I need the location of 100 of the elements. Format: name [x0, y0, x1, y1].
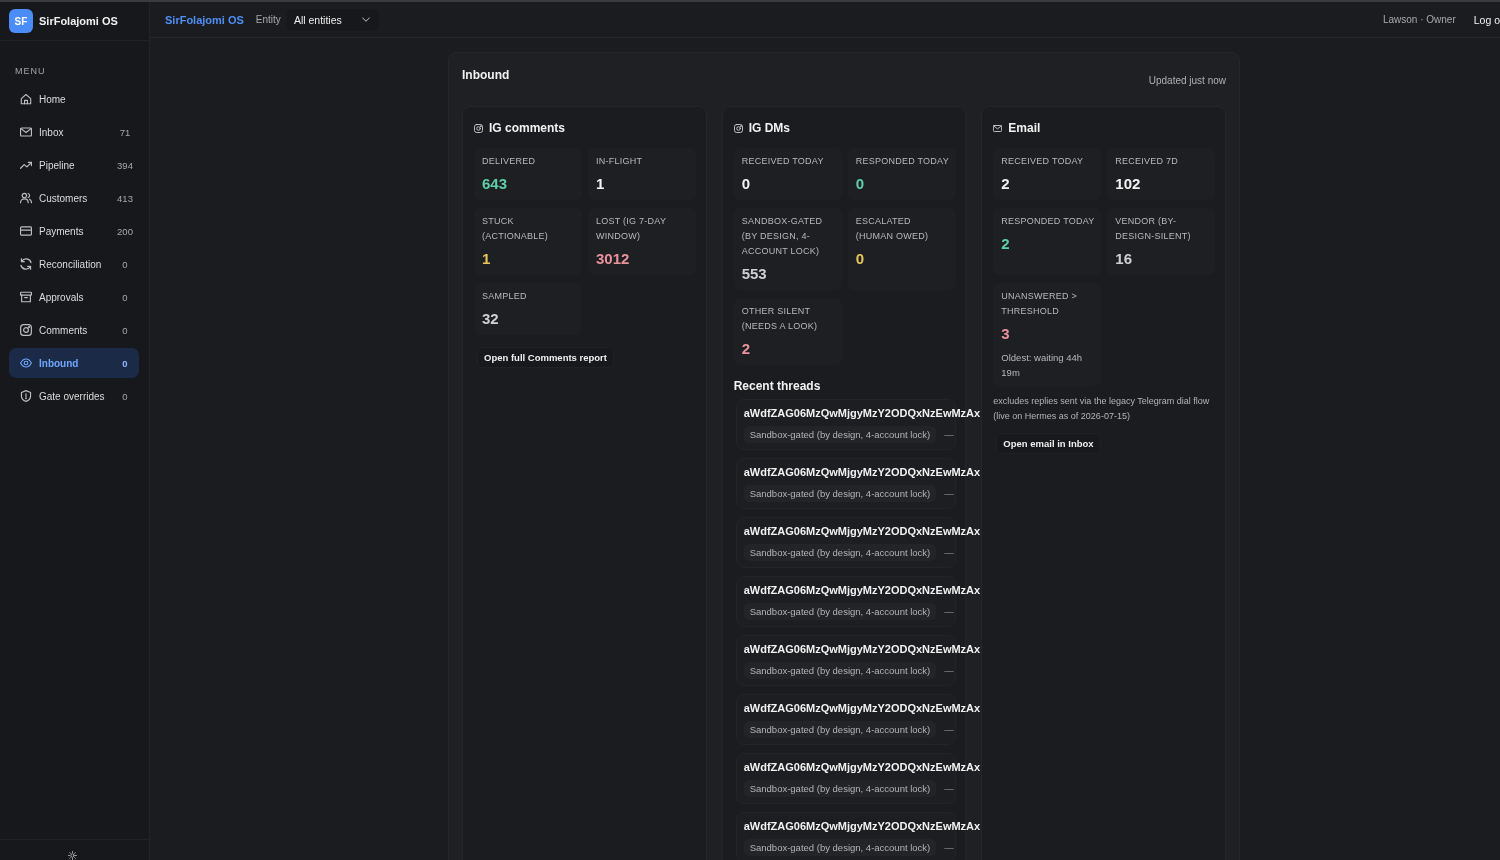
metric-label: RESPONDED TODAY	[1001, 214, 1096, 228]
metric-value: 643	[482, 174, 508, 194]
metric-label: OTHER SILENT (NEEDS A LOOK)	[741, 304, 819, 333]
thread-title: aWdfZAG06MzQwMjgyMzY2ODQxNzEwMzAx	[743, 760, 981, 774]
thread-title: aWdfZAG06MzQwMjgyMzY2ODQxNzEwMzAx	[743, 465, 981, 479]
panel-title: Inbound	[462, 67, 510, 83]
item-count: 0	[121, 357, 129, 369]
status-tag: Sandbox-gated (by design, 4-account lock)	[743, 721, 937, 738]
card-icon	[20, 225, 32, 237]
status-tag: Sandbox-gated (by design, 4-account lock)	[743, 662, 937, 679]
item-count: 0	[121, 324, 129, 336]
metric-label: RESPONDED TODAY	[855, 154, 950, 168]
metric-label: RECEIVED TODAY	[741, 154, 825, 168]
logout-button[interactable]: Log o	[1473, 13, 1500, 26]
metric-label: STUCK (ACTIONABLE)	[482, 214, 549, 243]
updated-label: Updated just now	[1148, 75, 1226, 87]
item-count: 0	[121, 258, 129, 270]
metric-value: 0	[741, 174, 750, 194]
metric-value: 2	[1001, 174, 1010, 194]
brand-name: SirFolajomi OS	[39, 15, 118, 27]
metric-value: 0	[855, 174, 864, 194]
user-label: Lawson · Owner	[1382, 14, 1456, 25]
metric-value: 0	[855, 249, 864, 269]
metric-label: ESCALATED (HUMAN OWED)	[855, 214, 930, 243]
metric-label: VENDOR (BY-DESIGN-SILENT)	[1115, 214, 1192, 243]
envelope-icon	[993, 123, 1003, 133]
status-tag: Sandbox-gated (by design, 4-account lock)	[743, 485, 937, 502]
empty-value: —	[944, 665, 954, 676]
card-title: Email	[1008, 120, 1041, 136]
circular-arrows-icon	[20, 258, 32, 270]
status-tag: Sandbox-gated (by design, 4-account lock)	[743, 426, 937, 443]
metric-value: 2	[741, 339, 750, 359]
section-heading: Recent threads	[733, 378, 822, 394]
item-count: 0	[121, 390, 129, 402]
eye-icon	[20, 357, 32, 369]
metric-value: 1	[482, 249, 491, 269]
metric-label: UNANSWERED > THRESHOLD	[1001, 289, 1079, 318]
brand-link[interactable]: SirFolajomi OS	[165, 13, 244, 26]
sidebar-item[interactable]: Approvals 0	[9, 282, 139, 312]
camera-icon	[20, 324, 32, 336]
empty-value: —	[944, 783, 954, 794]
people-icon	[20, 192, 32, 204]
metric-label: DELIVERED	[482, 154, 537, 168]
metric-label: SAMPLED	[482, 289, 528, 303]
status-tag: Sandbox-gated (by design, 4-account lock)	[743, 780, 937, 797]
app-logo: SF	[9, 9, 33, 33]
envelope-icon	[20, 126, 32, 138]
footnote-text: excludes replies sent via the legacy Telegram dial flow (live on Hermes as of 2026-07-15)	[993, 394, 1211, 423]
metric-label: RECEIVED 7D	[1115, 154, 1180, 168]
thread-title: aWdfZAG06MzQwMjgyMzY2ODQxNzEwMzAx	[743, 583, 981, 597]
camera-icon	[733, 123, 743, 133]
status-tag: Sandbox-gated (by design, 4-account lock)	[743, 544, 937, 561]
item-count: 413	[116, 192, 134, 204]
metric-label: LOST (IG 7-DAY WINDOW)	[596, 214, 668, 243]
metric-label: SANDBOX-GATED (BY DESIGN, 4-ACCOUNT LOCK)	[741, 214, 824, 258]
metric-label: IN-FLIGHT	[596, 154, 644, 168]
metric-value: 102	[1115, 174, 1141, 194]
item-count: 0	[121, 291, 129, 303]
item-count: 71	[118, 126, 132, 138]
house-icon	[20, 93, 32, 105]
report-button[interactable]: Open full Comments report	[477, 347, 614, 368]
report-button[interactable]: Open email in Inbox	[996, 433, 1101, 454]
empty-value: —	[944, 488, 954, 499]
metric-value: 1	[596, 174, 605, 194]
metric-value: 16	[1115, 249, 1132, 269]
thread-title: aWdfZAG06MzQwMjgyMzY2ODQxNzEwMzAx	[743, 642, 981, 656]
sidebar-item[interactable]: Payments 200	[9, 216, 139, 246]
empty-value: —	[944, 429, 954, 440]
thread-title: aWdfZAG06MzQwMjgyMzY2ODQxNzEwMzAx	[743, 701, 981, 715]
sidebar-item[interactable]: Home	[9, 84, 139, 114]
metric-value: 3012	[596, 249, 630, 269]
card-title: IG DMs	[748, 120, 790, 136]
empty-value: —	[944, 724, 954, 735]
camera-icon	[474, 123, 483, 133]
item-count: 200	[116, 225, 134, 237]
sidebar-item[interactable]: Pipeline 394	[9, 150, 139, 180]
thread-title: aWdfZAG06MzQwMjgyMzY2ODQxNzEwMzAx	[743, 406, 981, 420]
sidebar-item[interactable]: Comments 0	[9, 315, 139, 345]
entity-select[interactable]: All entities	[286, 8, 379, 31]
empty-value: —	[944, 842, 954, 853]
sidebar-item[interactable]: Inbox 71	[9, 117, 139, 147]
sun-icon[interactable]	[68, 851, 77, 860]
metric-value: 3	[1001, 324, 1010, 344]
thread-title: aWdfZAG06MzQwMjgyMzY2ODQxNzEwMzAx	[743, 524, 981, 538]
menu-heading: MENU	[15, 65, 46, 77]
sidebar-item[interactable]: Inbound 0	[9, 348, 139, 378]
chevron-down-icon	[361, 17, 370, 22]
card-title: IG comments	[489, 120, 566, 136]
sidebar-item[interactable]: Customers 413	[9, 183, 139, 213]
metric-value: 32	[482, 309, 499, 329]
trend-line-icon	[20, 159, 32, 171]
shield-icon	[20, 390, 32, 402]
archive-box-icon	[20, 291, 32, 303]
metric-value: 2	[1001, 234, 1010, 254]
empty-value: —	[944, 606, 954, 617]
sidebar-item[interactable]: Reconciliation 0	[9, 249, 139, 279]
metric-value: 553	[741, 264, 767, 284]
metric-label: RECEIVED TODAY	[1001, 154, 1085, 168]
metric-note: Oldest: waiting 44h 19m	[1001, 350, 1084, 380]
sidebar-item[interactable]: Gate overrides 0	[9, 381, 139, 411]
